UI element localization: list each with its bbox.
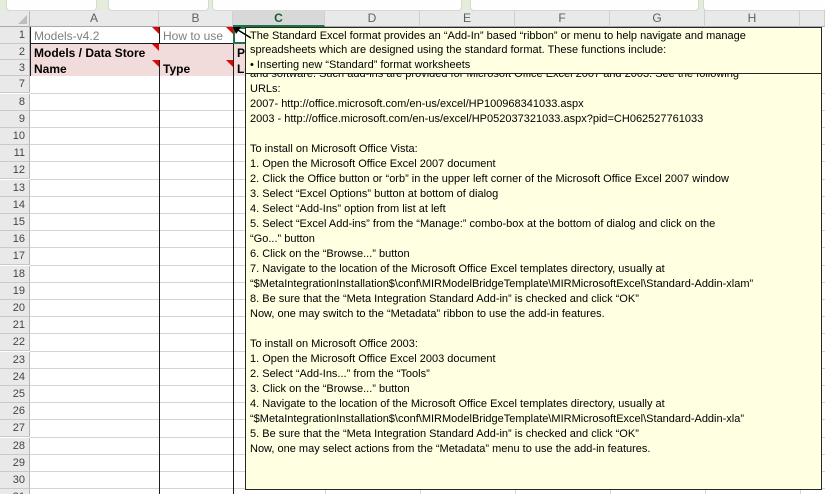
row-header-13[interactable]: 13	[0, 180, 30, 197]
comment-line: 8. Be sure that the “Meta Integration St…	[250, 292, 817, 307]
row-header-19[interactable]: 19	[0, 283, 30, 300]
row-header-2[interactable]: 2	[0, 44, 30, 60]
ribbon-group-fragment	[703, 0, 825, 11]
row-header-23[interactable]: 23	[0, 352, 30, 369]
comment-line: 6. Click on the “Browse...” button	[250, 247, 817, 262]
comment-line: 5. Be sure that the “Meta Integration St…	[250, 427, 817, 442]
comment-line: “$MetaIntegrationInstallation$\conf\MIRM…	[250, 412, 817, 427]
comment-indicator-icon	[226, 60, 233, 67]
comment-box-how-to-use: The Standard Excel format provides an “A…	[245, 27, 822, 74]
comment-line: 3. Select “Excel Options” button at bott…	[250, 187, 817, 202]
comment-line: 4. Select “Add-Ins” option from list at …	[250, 202, 817, 217]
comment-line: • Inserting new “Standard” format worksh…	[250, 58, 817, 72]
comment-indicator-icon	[152, 60, 159, 67]
comment-line: 5. Select “Excel Add-ins” from the “Mana…	[250, 217, 817, 232]
comment-indicator-icon	[152, 44, 159, 51]
comment-indicator-icon	[152, 27, 159, 34]
column-header-f[interactable]: F	[515, 10, 610, 27]
comment-line: 7. Navigate to the location of the Micro…	[250, 262, 817, 277]
row-header-1[interactable]: 1	[0, 27, 30, 44]
comment-line: 1. Open the Microsoft Office Excel 2003 …	[250, 352, 817, 367]
row-header-30[interactable]: 30	[0, 472, 30, 489]
comment-line: 2003 - http://office.microsoft.com/en-us…	[250, 112, 817, 127]
comment-line	[250, 322, 817, 337]
excel-window: ABCDEFGH 1237891011121314151617181920212…	[0, 0, 825, 494]
cell-b3-type[interactable]: Type	[160, 60, 233, 76]
row-header-17[interactable]: 17	[0, 248, 30, 265]
comment-line: 2. Click the Office button or “orb” in t…	[250, 172, 817, 187]
row-header-26[interactable]: 26	[0, 403, 30, 420]
column-header-d[interactable]: D	[325, 10, 420, 27]
row-header-21[interactable]: 21	[0, 317, 30, 334]
column-header-partial[interactable]	[800, 10, 825, 27]
comment-line: Now, one may select actions from the “Me…	[250, 442, 817, 457]
comment-line: 2. Select “Add-Ins...” from the “Tools”	[250, 367, 817, 382]
row-header-29[interactable]: 29	[0, 455, 30, 472]
ribbon-group-fragment	[470, 0, 699, 11]
row-header-7[interactable]: 7	[0, 76, 30, 93]
comment-line: 1. Open the Microsoft Office Excel 2007 …	[250, 157, 817, 172]
comment-line: The Standard Excel format provides an “A…	[250, 29, 817, 43]
gridline	[233, 27, 234, 494]
row-header-18[interactable]: 18	[0, 266, 30, 283]
cell-a3-name[interactable]: Name	[31, 60, 159, 76]
comment-line: To install on Microsoft Office Vista:	[250, 142, 817, 157]
comment-line: URLs:	[250, 82, 817, 97]
row-header-11[interactable]: 11	[0, 145, 30, 162]
row-header-10[interactable]: 10	[0, 128, 30, 145]
row-header-16[interactable]: 16	[0, 231, 30, 248]
row-header-8[interactable]: 8	[0, 94, 30, 111]
ribbon-group-fragment	[212, 0, 462, 11]
comment-line	[250, 127, 817, 142]
comment-line: 3. Click on the “Browse...” button	[250, 382, 817, 397]
comment-line: “Go...” button	[250, 232, 817, 247]
row-header-28[interactable]: 28	[0, 438, 30, 455]
ribbon-bottom-strip	[0, 0, 825, 10]
comment-line: 4. Navigate to the location of the Micro…	[250, 397, 817, 412]
comment-line: 2007- http://office.microsoft.com/en-us/…	[250, 97, 817, 112]
row-header-24[interactable]: 24	[0, 369, 30, 386]
gridline	[159, 27, 160, 494]
column-header-e[interactable]: E	[420, 10, 515, 27]
column-header-c[interactable]: C	[233, 10, 325, 27]
row-header-12[interactable]: 12	[0, 162, 30, 179]
select-all-corner[interactable]	[0, 10, 30, 27]
ribbon-group-fragment	[108, 0, 209, 11]
row-header-31[interactable]: 31	[0, 489, 30, 494]
comment-line: Now, one may switch to the “Metadata” ri…	[250, 307, 817, 322]
row-header-22[interactable]: 22	[0, 334, 30, 351]
column-header-b[interactable]: B	[159, 10, 233, 27]
comment-line: “$MetaIntegrationInstallation$\conf\MIRM…	[250, 277, 817, 292]
cell-a2-models-data-store[interactable]: Models / Data Store	[31, 44, 233, 60]
column-header-a[interactable]: A	[30, 10, 159, 27]
row-header-25[interactable]: 25	[0, 386, 30, 403]
select-all-triangle-icon	[18, 15, 27, 24]
row-header-20[interactable]: 20	[0, 300, 30, 317]
cell-b1[interactable]: How to use	[160, 27, 226, 43]
row-header-27[interactable]: 27	[0, 420, 30, 437]
row-header-15[interactable]: 15	[0, 214, 30, 231]
ribbon-group-fragment	[6, 0, 97, 11]
comment-line: To install on Microsoft Office 2003:	[250, 337, 817, 352]
column-header-g[interactable]: G	[610, 10, 705, 27]
cell-a1[interactable]: Models-v4.2	[31, 27, 158, 43]
column-header-h[interactable]: H	[705, 10, 800, 27]
comment-line: spreadsheets which are designed using th…	[250, 43, 817, 57]
row-header-14[interactable]: 14	[0, 197, 30, 214]
row-header-9[interactable]: 9	[0, 111, 30, 128]
comment-box-addin-instructions: and software. Such add-ins are provided …	[245, 65, 822, 490]
row-header-3[interactable]: 3	[0, 60, 30, 76]
